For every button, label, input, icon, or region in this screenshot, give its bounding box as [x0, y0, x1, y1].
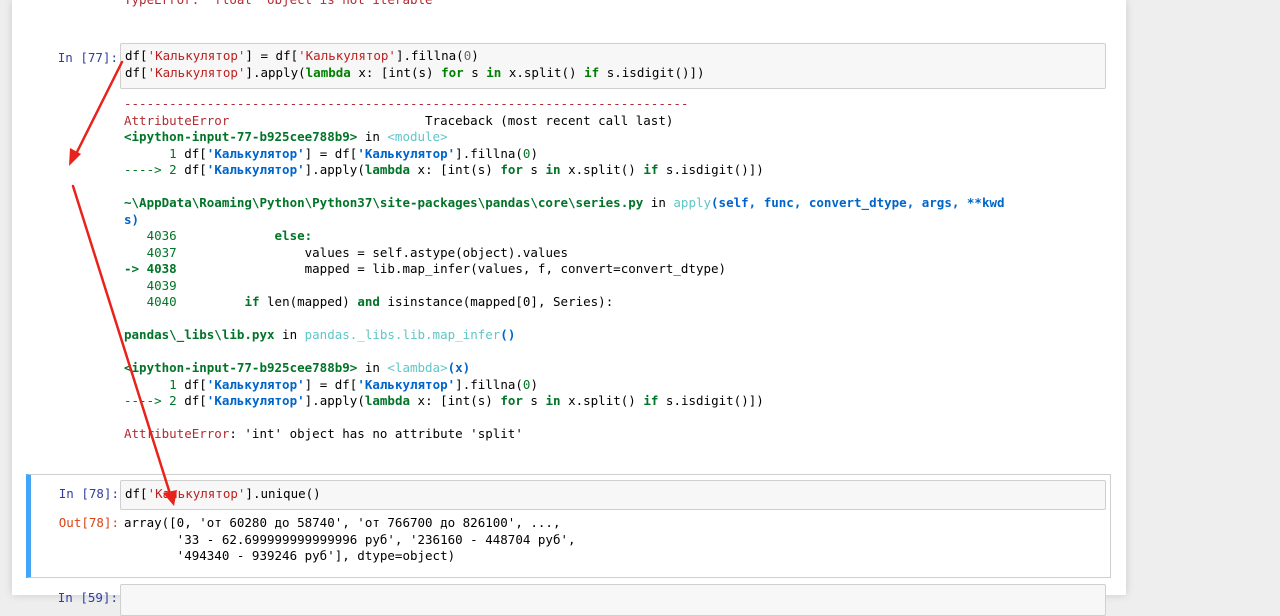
traceback-frame-2-line-4040: 4040 if len(mapped) and isinstance(mappe…: [124, 294, 614, 309]
input-prompt-78: In [78]:: [58, 486, 119, 501]
output-prompt-78: Out[78]:: [58, 515, 119, 530]
traceback-frame-2: ~\AppData\Roaming\Python\Python37\site-p…: [124, 195, 1005, 210]
notebook-container: TypeError: 'float' object is not iterabl…: [12, 0, 1126, 616]
output-line-1: array([0, 'от 60280 до 58740', 'от 76670…: [124, 515, 561, 530]
previous-error-text: TypeError: 'float' object is not iterabl…: [124, 0, 433, 9]
traceback-frame-2-line-4036: 4036 else:: [124, 228, 313, 243]
code-cell-78[interactable]: In [78]: df['Калькулятор'].unique() Out[…: [26, 474, 1111, 578]
traceback-frame-4-line-1: 1 df['Калькулятор'] = df['Калькулятор'].…: [124, 376, 538, 392]
output-line-3: '494340 - 939246 руб'], dtype=object): [124, 548, 456, 563]
code-line-2: df['Калькулятор'].apply(lambda x: [int(s…: [125, 65, 705, 80]
code-input-77[interactable]: df['Калькулятор'] = df['Калькулятор'].fi…: [120, 43, 1106, 89]
traceback-frame-1: <ipython-input-77-b925cee788b9> in <modu…: [124, 129, 448, 144]
final-error-line: AttributeError: 'int' object has no attr…: [124, 426, 523, 441]
traceback-dashes: ----------------------------------------…: [124, 96, 689, 111]
traceback-frame-3: pandas\_libs\lib.pyx in pandas._libs.lib…: [124, 327, 516, 342]
traceback-header: AttributeError Traceback (most recent ca…: [124, 112, 674, 128]
code-line-78: df['Калькулятор'].unique(): [125, 486, 321, 501]
traceback-frame-1-line-2: ----> 2 df['Калькулятор'].apply(lambda x…: [124, 162, 764, 177]
code-input-next[interactable]: [120, 584, 1106, 616]
output-line-2: '33 - 62.699999999999996 руб', '236160 -…: [124, 531, 576, 547]
traceback-frame-2-line-4038: -> 4038 mapped = lib.map_infer(values, f…: [124, 261, 727, 276]
code-cell-next[interactable]: In [59]:: [26, 584, 1110, 616]
code-cell-77[interactable]: In [77]: df['Калькулятор'] = df['Калькул…: [26, 40, 1110, 450]
code-line-1: df['Калькулятор'] = df['Калькулятор'].fi…: [125, 48, 479, 63]
input-prompt-77: In [77]:: [57, 50, 118, 65]
traceback-frame-2-wrap: s): [124, 211, 140, 227]
traceback-frame-1-line-1: 1 df['Калькулятор'] = df['Калькулятор'].…: [124, 145, 538, 161]
traceback-frame-4-line-2: ----> 2 df['Калькулятор'].apply(lambda x…: [124, 393, 764, 408]
traceback-frame-2-line-4037: 4037 values = self.astype(object).values: [124, 244, 569, 260]
input-prompt-next: In [59]:: [57, 590, 118, 605]
code-input-78[interactable]: df['Калькулятор'].unique(): [120, 480, 1106, 510]
traceback-frame-4: <ipython-input-77-b925cee788b9> in <lamb…: [124, 360, 471, 375]
traceback-frame-2-line-4039: 4039: [124, 277, 185, 293]
